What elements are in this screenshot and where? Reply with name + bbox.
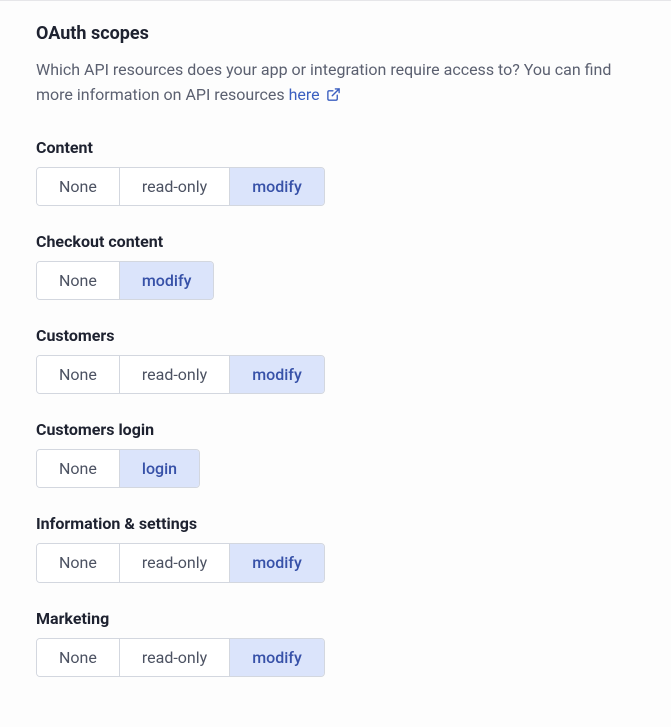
scopes-list: ContentNoneread-onlymodifyCheckout conte… [36,138,635,677]
scope-option-button[interactable]: None [37,450,120,487]
scope-block: Customers Noneread-onlymodify [36,326,635,394]
scope-option-button[interactable]: read-only [120,544,230,581]
scope-option-button[interactable]: modify [120,262,214,299]
scope-block: Customers login Nonelogin [36,420,635,488]
scope-label: Content [36,138,635,157]
scope-option-group: Noneread-onlymodify [36,355,325,394]
api-resources-link-label: here [289,85,320,104]
scope-block: Checkout content Nonemodify [36,232,635,300]
scope-option-button[interactable]: read-only [120,639,230,676]
scope-option-button[interactable]: login [120,450,199,487]
scope-block: Content Noneread-onlymodify [36,138,635,206]
scope-option-button[interactable]: modify [230,168,324,205]
scope-option-button[interactable]: modify [230,544,324,581]
scope-option-button[interactable]: None [37,262,120,299]
scope-option-button[interactable]: None [37,356,120,393]
scope-option-button[interactable]: None [37,639,120,676]
scope-option-group: Noneread-onlymodify [36,167,325,206]
api-resources-link[interactable]: here [289,85,341,104]
scope-option-button[interactable]: None [37,168,120,205]
scope-label: Customers [36,326,635,345]
scope-option-button[interactable]: read-only [120,168,230,205]
scope-block: Marketing Noneread-onlymodify [36,609,635,677]
scope-label: Information & settings [36,514,635,533]
scope-label: Marketing [36,609,635,628]
scope-block: Information & settings Noneread-onlymodif… [36,514,635,582]
scope-label: Customers login [36,420,635,439]
section-title: OAuth scopes [36,23,635,44]
section-description: Which API resources does your app or int… [36,58,635,110]
scope-option-button[interactable]: read-only [120,356,230,393]
scope-option-group: Nonelogin [36,449,200,488]
scope-option-button[interactable]: modify [230,639,324,676]
scope-option-group: Noneread-onlymodify [36,543,325,582]
scope-option-group: Noneread-onlymodify [36,638,325,677]
scope-option-group: Nonemodify [36,261,214,300]
scope-option-button[interactable]: None [37,544,120,581]
oauth-scopes-panel: OAuth scopes Which API resources does yo… [0,0,671,727]
external-link-icon [326,85,341,110]
scope-label: Checkout content [36,232,635,251]
scope-option-button[interactable]: modify [230,356,324,393]
